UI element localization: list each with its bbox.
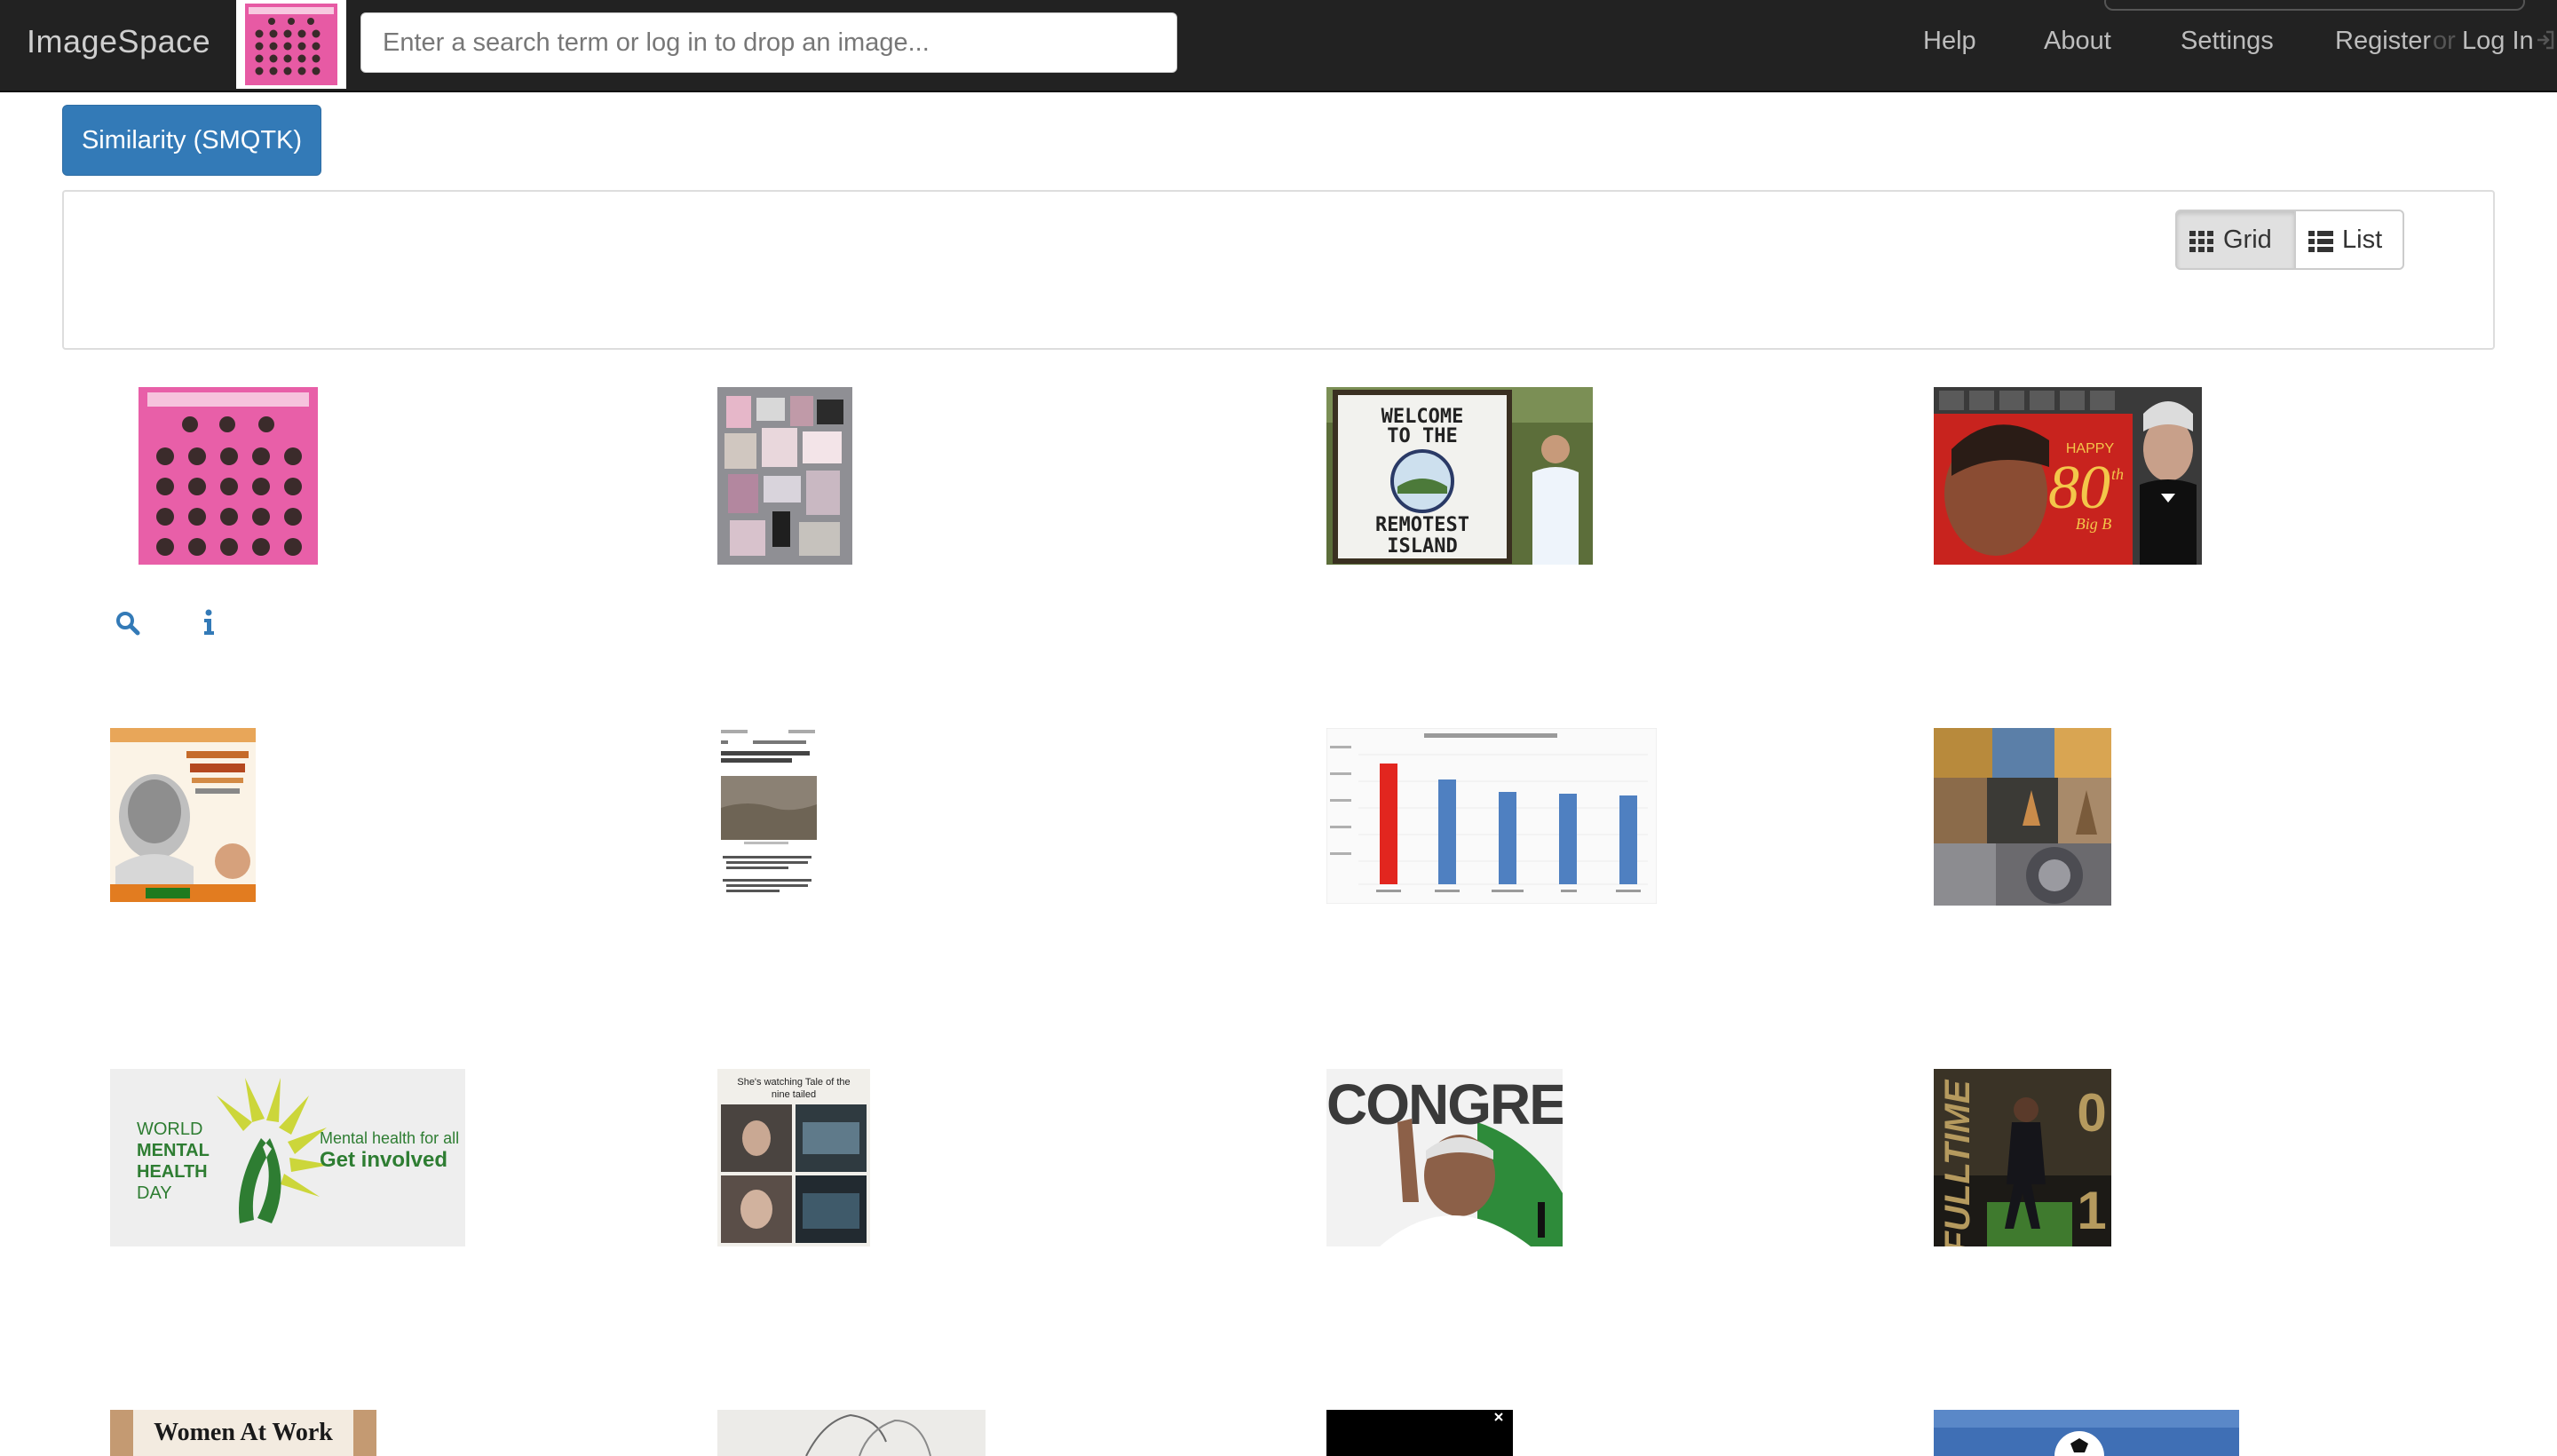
dropped-image-thumbnail[interactable]: [236, 0, 346, 89]
search-input[interactable]: [360, 12, 1177, 73]
result-thumbnail[interactable]: [717, 728, 819, 902]
grid-icon: [2189, 231, 2213, 252]
navbar-decoration: [2104, 0, 2525, 11]
svg-text:Mental health for all: Mental health for all: [320, 1129, 459, 1147]
svg-text:WORLD: WORLD: [137, 1120, 202, 1139]
happy-80th-image: HAPPY 80 th Big B: [1934, 387, 2202, 565]
top-navbar: ImageSpace Help About Settings Register …: [0, 0, 2557, 92]
result-thumbnail[interactable]: WELCOME TO THE REMOTEST ISLAND: [1326, 387, 1593, 565]
view-toggle: Grid List: [2175, 210, 2404, 270]
result-thumbnail[interactable]: [717, 387, 852, 565]
svg-text:REMOTEST: REMOTEST: [1375, 514, 1469, 536]
grid-view-label: Grid: [2223, 226, 2272, 254]
women-at-work-image: Women At Work: [110, 1410, 376, 1456]
result-thumbnail[interactable]: WORLD MENTAL HEALTH DAY Mental health fo…: [110, 1069, 465, 1246]
info-icon[interactable]: [202, 609, 215, 636]
drama-meme-image: She's watching Tale of the nine tailed: [717, 1069, 870, 1246]
grid-view-button[interactable]: Grid: [2175, 210, 2296, 270]
svg-text:FULLTIME: FULLTIME: [1938, 1079, 1977, 1246]
result-thumbnail[interactable]: [1326, 1410, 1513, 1456]
svg-text:Get involved: Get involved: [320, 1148, 447, 1172]
svg-text:Big B: Big B: [2076, 515, 2112, 533]
result-thumbnail[interactable]: [1934, 1410, 2239, 1456]
svg-text:HEALTH: HEALTH: [137, 1162, 208, 1182]
result-thumbnail[interactable]: [110, 728, 256, 902]
svg-text:TO THE: TO THE: [1387, 425, 1457, 447]
bar-chart-image: [1326, 728, 1657, 904]
list-view-button[interactable]: List: [2294, 210, 2404, 270]
nav-login-link[interactable]: Log In: [2462, 27, 2534, 56]
sketch-image: [717, 1410, 986, 1456]
search-icon[interactable]: [115, 611, 140, 636]
svg-text:80: 80: [2048, 454, 2110, 522]
result-thumbnail[interactable]: [1934, 728, 2111, 906]
login-icon[interactable]: [2536, 29, 2555, 51]
list-view-label: List: [2342, 226, 2383, 254]
svg-text:Women At Work: Women At Work: [154, 1419, 333, 1446]
svg-text:She's watching Tale of the: She's watching Tale of the: [737, 1077, 850, 1088]
dark-image: [1326, 1410, 1513, 1456]
poster-thumbnail-image: [139, 387, 318, 565]
result-thumbnail[interactable]: Women At Work: [110, 1410, 376, 1456]
welcome-sign-image: WELCOME TO THE REMOTEST ISLAND: [1326, 387, 1593, 565]
svg-text:nine tailed: nine tailed: [772, 1089, 816, 1100]
result-thumbnail[interactable]: [1326, 728, 1657, 904]
politician-image: CONGRES: [1326, 1069, 1563, 1246]
svg-text:ISLAND: ISLAND: [1387, 535, 1457, 558]
mental-health-day-image: WORLD MENTAL HEALTH DAY Mental health fo…: [110, 1069, 465, 1246]
nav-about-link[interactable]: About: [2044, 27, 2111, 56]
nav-help-link[interactable]: Help: [1923, 27, 1976, 56]
svg-text:1: 1: [2077, 1181, 2106, 1240]
nav-links: Help About Settings Register or Log In: [1918, 27, 2557, 66]
result-thumbnail[interactable]: [139, 387, 318, 565]
tribute-poster-image: [110, 728, 256, 902]
svg-text:0: 0: [2077, 1083, 2106, 1143]
nav-register-link[interactable]: Register: [2335, 27, 2431, 56]
similarity-smqtk-button[interactable]: Similarity (SMQTK): [62, 105, 321, 176]
statues-collage-image: [1934, 728, 2111, 906]
svg-text:DAY: DAY: [137, 1183, 172, 1203]
nav-or-separator: or: [2433, 27, 2456, 55]
svg-text:th: th: [2111, 465, 2124, 483]
result-thumbnail[interactable]: She's watching Tale of the nine tailed: [717, 1069, 870, 1246]
svg-text:MENTAL: MENTAL: [137, 1141, 210, 1160]
result-thumbnail[interactable]: HAPPY 80 th Big B: [1934, 387, 2202, 565]
nav-settings-link[interactable]: Settings: [2181, 27, 2274, 56]
results-options-panel: [62, 190, 2495, 350]
notice-board-image: [717, 387, 852, 565]
result-thumbnail[interactable]: [717, 1410, 986, 1456]
result-thumbnail[interactable]: FULLTIME 0 1: [1934, 1069, 2111, 1246]
brand-logo[interactable]: ImageSpace: [27, 23, 210, 60]
fulltime-football-image: FULLTIME 0 1: [1934, 1069, 2111, 1246]
result-thumbnail[interactable]: CONGRES: [1326, 1069, 1563, 1246]
football-sky-image: [1934, 1410, 2239, 1456]
news-article-image: [717, 728, 819, 902]
list-icon: [2308, 231, 2333, 252]
svg-text:CONGRES: CONGRES: [1326, 1072, 1563, 1136]
